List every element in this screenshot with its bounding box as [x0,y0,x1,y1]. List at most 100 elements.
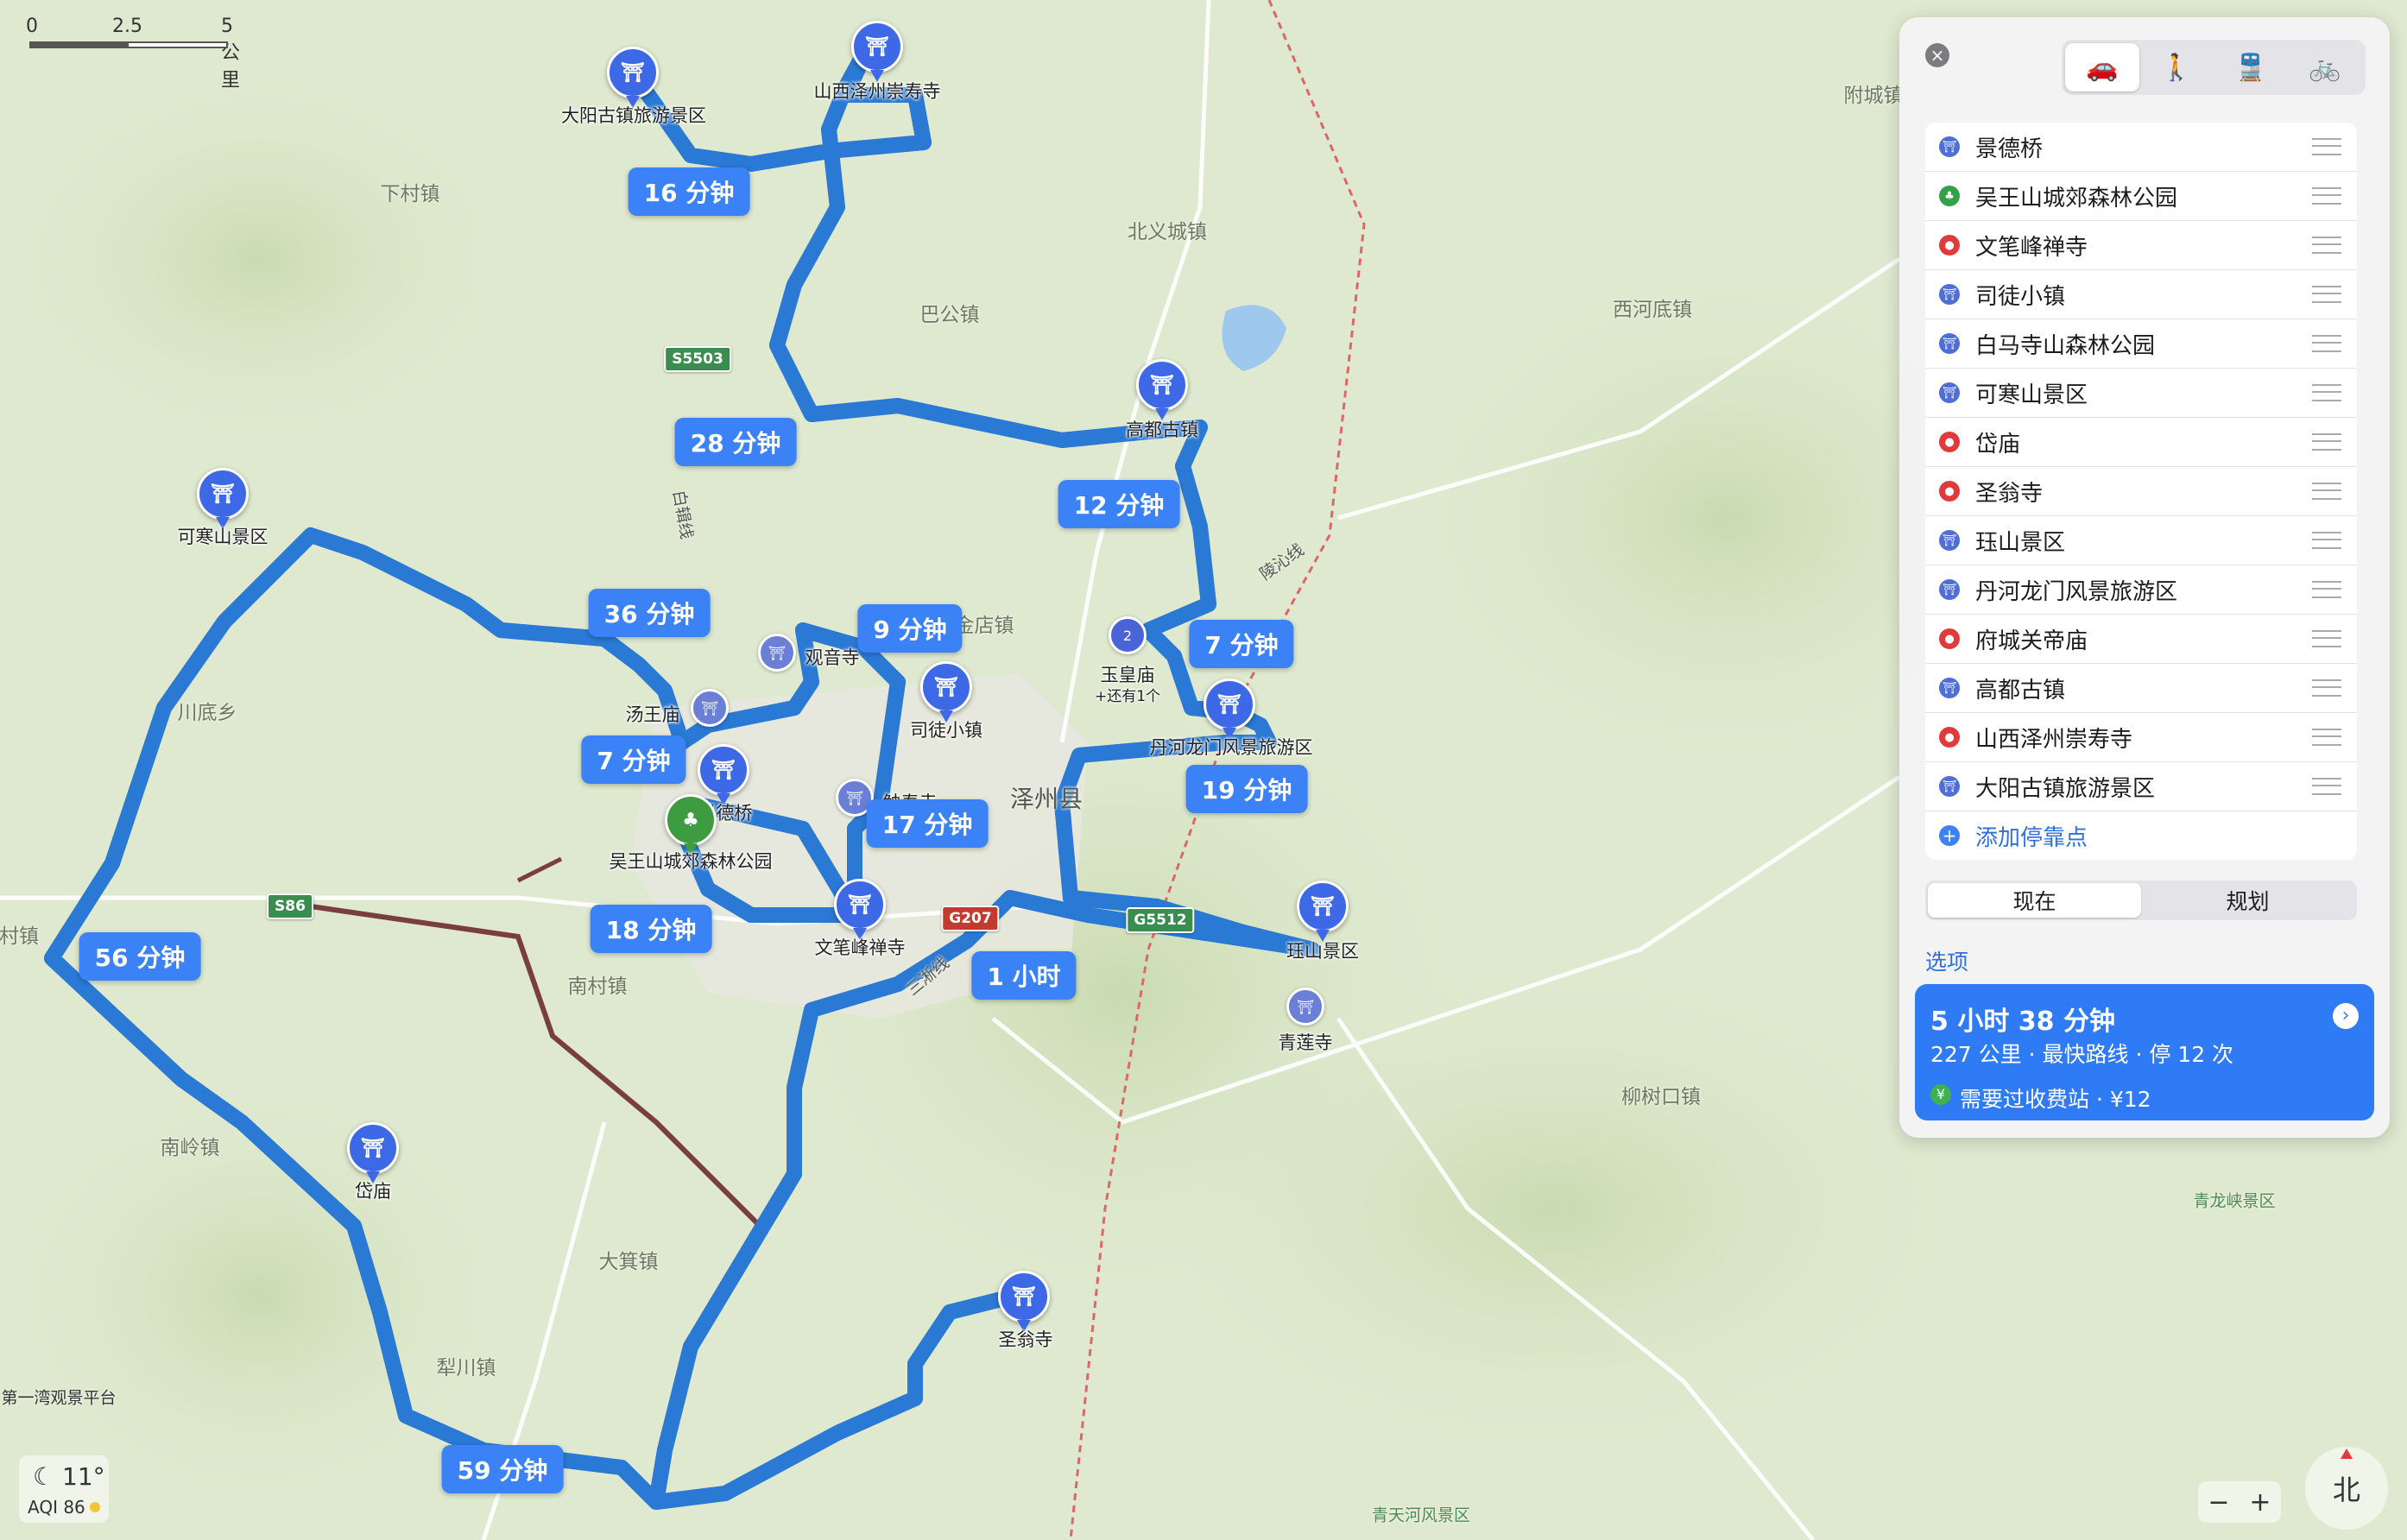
landmark-icon: ⛩ [1939,136,1960,157]
leg-time-badge[interactable]: 12 分钟 [1058,480,1180,528]
drag-handle-icon[interactable] [2312,433,2341,451]
poi-guanyin[interactable]: ⛩ [758,634,796,672]
stop-row[interactable]: ⛩ 珏山景区 [1925,516,2357,565]
route-detail: 227 公里 · 最快路线 · 停 12 次 [1930,1042,2234,1067]
pin-situ[interactable]: ⛩ [920,661,972,713]
drag-handle-icon[interactable] [2312,483,2341,500]
pin-jingdeqiao[interactable]: ⛩ [698,744,749,796]
leg-time-badge[interactable]: 36 分钟 [588,589,711,637]
pin-jueshan[interactable]: ⛩ [1297,880,1349,932]
poi-tangwang[interactable]: ⛩ [691,689,729,727]
stop-row[interactable]: ⛩ 丹河龙门风景旅游区 [1925,565,2357,615]
place-label: 青龙峡景区 [2193,1191,2276,1211]
drag-handle-icon[interactable] [2312,384,2341,401]
landmark-icon: ⛩ [1939,333,1960,354]
drag-handle-icon[interactable] [2312,778,2341,795]
pin-danhe[interactable]: ⛩ [1204,678,1255,730]
stop-name: 白马寺山森林公园 [1975,332,2156,359]
poi-label: 高都古镇 [1126,420,1198,440]
drag-handle-icon[interactable] [2312,237,2341,254]
stop-row[interactable]: ● 文笔峰禅寺 [1925,221,2357,270]
chevron-right-icon[interactable]: › [2333,1003,2359,1029]
weather-widget[interactable]: ☾ 11° AQI 86 [19,1455,109,1523]
drag-handle-icon[interactable] [2312,335,2341,352]
leg-time-badge[interactable]: 18 分钟 [590,905,712,953]
stop-row[interactable]: ● 圣翁寺 [1925,467,2357,516]
leg-time-badge[interactable]: 56 分钟 [79,932,201,981]
pin-shengweng[interactable]: ⛩ [998,1271,1050,1322]
place-label: 巴公镇 [919,304,980,326]
pin-wuwangshan[interactable]: ♣ [665,794,717,846]
scale-label-0: 0 [26,16,38,37]
drag-handle-icon[interactable] [2312,729,2341,746]
drag-handle-icon[interactable] [2312,581,2341,598]
leg-time-badge[interactable]: 19 分钟 [1185,765,1308,813]
stop-name: 大阳古镇旅游景区 [1975,775,2156,802]
drag-handle-icon[interactable] [2312,679,2341,697]
train-icon[interactable]: 🚆 [2214,43,2288,92]
highway-shield: S5503 [664,346,731,372]
car-icon[interactable]: 🚗 [2065,43,2139,92]
leg-time-badge[interactable]: 7 分钟 [581,735,686,784]
stop-name: 岱庙 [1975,431,2021,458]
stop-row[interactable]: ⛩ 高都古镇 [1925,664,2357,713]
place-label: 北义城镇 [1128,221,1207,243]
stop-row[interactable]: ⛩ 可寒山景区 [1925,369,2357,418]
stop-row[interactable]: ⛩ 大阳古镇旅游景区 [1925,762,2357,811]
add-stop-button[interactable]: + 添加停靠点 [1925,811,2357,860]
poi-label: 岱庙 [355,1181,391,1202]
temple-icon: ⛩ [1150,374,1174,396]
stop-row[interactable]: ⛩ 景德桥 [1925,123,2357,172]
pin-chongshou[interactable]: ⛩ [851,21,903,73]
leg-time-badge[interactable]: 1 小时 [971,951,1077,1000]
pin-daimiao[interactable]: ⛩ [347,1122,399,1174]
stop-row[interactable]: ● 山西泽州崇寿寺 [1925,713,2357,762]
temple-icon: ⛩ [1012,1285,1036,1308]
leg-time-badge[interactable]: 28 分钟 [674,418,797,466]
leg-time-badge[interactable]: 9 分钟 [857,604,963,653]
pin-gaodu[interactable]: ⛩ [1136,359,1188,411]
highway-shield: G5512 [1126,907,1195,933]
stop-name: 珏山景区 [1975,529,2066,556]
leg-time-badge[interactable]: 59 分钟 [441,1445,564,1493]
stop-row[interactable]: ⛩ 白马寺山森林公园 [1925,319,2357,369]
zoom-in-button[interactable]: + [2249,1487,2271,1518]
drag-handle-icon[interactable] [2312,286,2341,303]
poi-label: 青莲寺 [1278,1032,1333,1053]
close-icon[interactable]: × [1925,43,1949,67]
cluster-badge[interactable]: 2 [1109,616,1147,654]
landmark-icon: ⛩ [1939,284,1960,305]
drag-handle-icon[interactable] [2312,138,2341,155]
pin-kehan[interactable]: ⛩ [197,468,249,520]
bike-icon[interactable]: 🚲 [2288,43,2362,92]
poi-label: 文笔峰禅寺 [814,937,906,958]
stop-row[interactable]: ● 府城关帝庙 [1925,615,2357,664]
segment-plan[interactable]: 规划 [2141,883,2354,918]
poi-label: +还有1个 [1094,688,1161,705]
segment-now[interactable]: 现在 [1928,883,2141,918]
pin-wenbifeng[interactable]: ⛩ [834,879,886,931]
poi-label: 吴王山城郊森林公园 [609,851,773,872]
walk-icon[interactable]: 🚶 [2139,43,2214,92]
leg-time-badge[interactable]: 16 分钟 [628,167,750,216]
stop-row[interactable]: ● 岱庙 [1925,418,2357,467]
options-link[interactable]: 选项 [1925,945,1968,976]
leg-time-badge[interactable]: 17 分钟 [866,799,989,848]
drag-handle-icon[interactable] [2312,630,2341,647]
landmark-icon: ⛩ [1939,530,1960,551]
leg-time-badge[interactable]: 7 分钟 [1189,620,1294,668]
zoom-out-button[interactable]: − [2208,1487,2229,1518]
drag-handle-icon[interactable] [2312,532,2341,549]
yen-icon: ¥ [1930,1084,1951,1105]
pin-dayang[interactable]: ⛩ [607,47,659,98]
temple-icon: ⛩ [845,789,864,806]
poi-label: 大阳古镇旅游景区 [561,105,706,126]
stop-row[interactable]: ⛩ 司徒小镇 [1925,270,2357,319]
compass-button[interactable]: 北 [2305,1447,2388,1530]
stop-row[interactable]: ♣ 吴王山城郊森林公园 [1925,172,2357,221]
stop-name: 山西泽州崇寿寺 [1975,726,2133,753]
drag-handle-icon[interactable] [2312,187,2341,205]
poi-qinglian[interactable]: ⛩ [1286,988,1324,1026]
route-summary-card[interactable]: 5 小时 38 分钟 227 公里 · 最快路线 · 停 12 次 ¥ 需要过收… [1915,984,2374,1120]
stop-name: 司徒小镇 [1975,283,2066,310]
